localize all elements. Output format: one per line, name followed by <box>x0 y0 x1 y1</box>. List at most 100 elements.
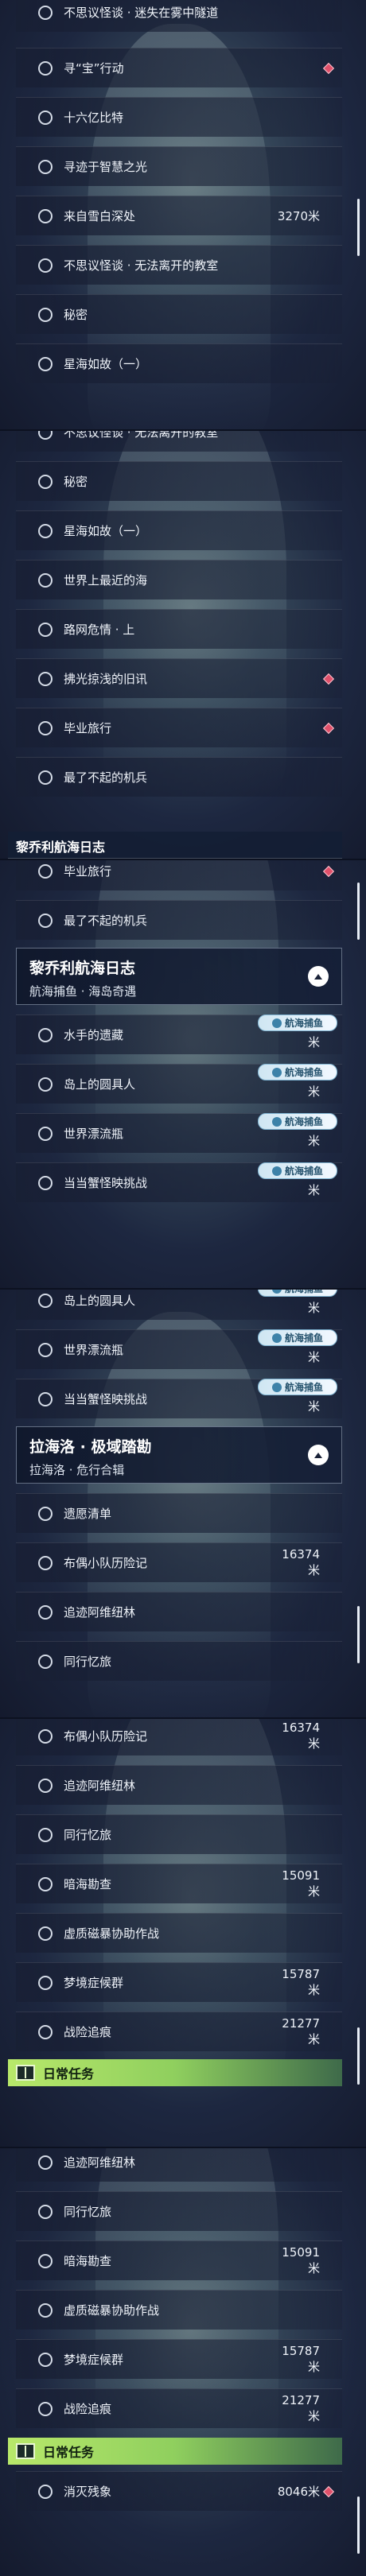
quest-row[interactable]: 战险追痕 21277米 <box>16 2012 342 2051</box>
radio-circle-icon[interactable] <box>38 770 53 785</box>
quest-row[interactable]: 消灭残象 8046米 <box>16 2471 342 2511</box>
quest-row[interactable]: 布偶小队历险记 16374米 <box>16 1717 342 1755</box>
radio-circle-icon[interactable] <box>38 2253 53 2268</box>
radio-circle-icon[interactable] <box>38 1926 53 1941</box>
quest-row[interactable]: 遗愿清单 <box>16 1493 342 1533</box>
quest-row[interactable]: 来自雪白深处 3270米 <box>16 196 342 235</box>
radio-circle-icon[interactable] <box>38 208 53 223</box>
quest-row[interactable]: 毕业旅行 <box>16 708 342 747</box>
quest-row[interactable]: 秘密 <box>16 294 342 334</box>
quest-row[interactable]: 布偶小队历险记 16374米 <box>16 1542 342 1582</box>
radio-circle-icon[interactable] <box>38 1175 53 1190</box>
radio-circle-icon[interactable] <box>38 356 53 371</box>
quest-row[interactable]: 不思议怪谈 · 无法离开的教室 <box>16 245 342 285</box>
radio-circle-icon[interactable] <box>38 1391 53 1406</box>
scrollbar-thumb[interactable] <box>357 883 360 940</box>
quest-row[interactable]: 同行忆旅 <box>16 1641 342 1681</box>
quest-row[interactable]: 毕业旅行 <box>16 859 342 890</box>
radio-circle-icon[interactable] <box>38 2302 53 2318</box>
radio-circle-icon[interactable] <box>38 2024 53 2039</box>
scrollbar-thumb[interactable] <box>357 2496 360 2554</box>
collapse-button[interactable] <box>308 1445 329 1465</box>
radio-circle-icon[interactable] <box>38 2204 53 2219</box>
quest-row[interactable]: 梦境症候群 15787米 <box>16 1962 342 2002</box>
quest-row[interactable]: 最了不起的机兵 <box>16 757 342 797</box>
quest-tag-badge: 航海捕鱼 <box>258 1064 337 1080</box>
radio-circle-icon[interactable] <box>38 2155 53 2170</box>
radio-circle-icon[interactable] <box>38 1126 53 1141</box>
quest-row[interactable]: 岛上的圆具人13379米航海捕鱼 <box>16 1064 342 1104</box>
quest-row[interactable]: 星海如故（一） <box>16 510 342 550</box>
radio-circle-icon[interactable] <box>38 1827 53 1842</box>
radio-circle-icon[interactable] <box>38 913 53 928</box>
radio-circle-icon[interactable] <box>38 1555 53 1570</box>
quest-row[interactable]: 虚质磁暴协助作战 <box>16 2290 342 2330</box>
quest-row[interactable]: 追迹阿维纽林 <box>16 2147 342 2182</box>
quest-row[interactable]: 不思议怪谈 · 迷失在雾中隧道 <box>16 0 342 32</box>
quest-title: 来自雪白深处 <box>64 209 136 223</box>
quest-row[interactable]: 当当蟹怪映挑战13406米航海捕鱼 <box>16 1162 342 1202</box>
radio-circle-icon[interactable] <box>38 159 53 174</box>
quest-row[interactable]: 寻迹于智慧之光 <box>16 146 342 186</box>
radio-circle-icon[interactable] <box>38 2352 53 2367</box>
radio-circle-icon[interactable] <box>38 1077 53 1092</box>
radio-circle-icon[interactable] <box>38 5 53 20</box>
chapter-header[interactable]: 黎乔利航海日志 航海捕鱼 · 海岛奇遇 <box>16 948 342 1005</box>
quest-row[interactable]: 拂光掠浅的旧讯 <box>16 658 342 698</box>
chapter-header[interactable]: 拉海洛 · 极域踏勘 拉海洛 · 危行合辑 <box>16 1426 342 1484</box>
radio-circle-icon[interactable] <box>38 572 53 588</box>
radio-circle-icon[interactable] <box>38 1342 53 1357</box>
radio-circle-icon[interactable] <box>38 1293 53 1308</box>
radio-circle-icon[interactable] <box>38 863 53 879</box>
radio-circle-icon[interactable] <box>38 622 53 637</box>
radio-circle-icon[interactable] <box>38 60 53 76</box>
quest-row[interactable]: 同行忆旅 <box>16 1814 342 1854</box>
radio-circle-icon[interactable] <box>38 1778 53 1793</box>
radio-circle-icon[interactable] <box>38 2484 53 2499</box>
radio-circle-icon[interactable] <box>38 1654 53 1669</box>
quest-row[interactable]: 岛上的圆具人13379米航海捕鱼 <box>16 1288 342 1320</box>
daily-tasks-header[interactable]: 日常任务 <box>8 2438 342 2465</box>
quest-row[interactable]: 寻“宝”行动 <box>16 48 342 87</box>
quest-row[interactable]: 不思议怪谈 · 无法离开的教室 <box>16 429 342 452</box>
quest-row[interactable]: 同行忆旅 <box>16 2191 342 2231</box>
radio-circle-icon[interactable] <box>38 258 53 273</box>
quest-row[interactable]: 秘密 <box>16 461 342 501</box>
scrollbar-thumb[interactable] <box>357 2027 360 2085</box>
quest-row[interactable]: 最了不起的机兵 <box>16 900 342 940</box>
radio-circle-icon[interactable] <box>38 1604 53 1620</box>
quest-row[interactable]: 战险追痕 21277米 <box>16 2388 342 2428</box>
quest-row[interactable]: 星海如故（一） <box>16 343 342 383</box>
quest-row[interactable]: 当当蟹怪映挑战13406米航海捕鱼 <box>16 1379 342 1418</box>
radio-circle-icon[interactable] <box>38 1506 53 1521</box>
quest-row[interactable]: 世界漂流瓶13486米航海捕鱼 <box>16 1113 342 1153</box>
radio-circle-icon[interactable] <box>38 307 53 322</box>
radio-circle-icon[interactable] <box>38 1728 53 1744</box>
quest-row[interactable]: 十六亿比特 <box>16 97 342 137</box>
quest-row[interactable]: 追迹阿维纽林 <box>16 1765 342 1805</box>
quest-row[interactable]: 暗海勘查 15091米 <box>16 2240 342 2280</box>
quest-row[interactable]: 虚质磁暴协助作战 <box>16 1913 342 1953</box>
radio-circle-icon[interactable] <box>38 1876 53 1891</box>
radio-circle-icon[interactable] <box>38 474 53 489</box>
quest-row[interactable]: 世界漂流瓶13486米航海捕鱼 <box>16 1329 342 1369</box>
quest-row[interactable]: 水手的遗藏13375米航海捕鱼 <box>16 1014 342 1054</box>
quest-row[interactable]: 追迹阿维纽林 <box>16 1592 342 1631</box>
quest-row[interactable]: 世界上最近的海 <box>16 560 342 599</box>
radio-circle-icon[interactable] <box>38 1975 53 1990</box>
radio-circle-icon[interactable] <box>38 110 53 125</box>
radio-circle-icon[interactable] <box>38 671 53 686</box>
radio-circle-icon[interactable] <box>38 1027 53 1042</box>
scrollbar-thumb[interactable] <box>357 199 360 256</box>
quest-row[interactable]: 暗海勘查 15091米 <box>16 1864 342 1903</box>
collapse-button[interactable] <box>308 966 329 987</box>
quest-row[interactable]: 梦境症候群 15787米 <box>16 2339 342 2379</box>
quest-row[interactable]: 路网危情 · 上 <box>16 609 342 649</box>
radio-circle-icon[interactable] <box>38 523 53 538</box>
quest-title: 世界漂流瓶 <box>64 1343 124 1357</box>
scrollbar-thumb[interactable] <box>357 1606 360 1663</box>
daily-tasks-header[interactable]: 日常任务 <box>8 2059 342 2086</box>
quest-title: 虚质磁暴协助作战 <box>64 2303 160 2318</box>
radio-circle-icon[interactable] <box>38 2401 53 2416</box>
radio-circle-icon[interactable] <box>38 720 53 735</box>
